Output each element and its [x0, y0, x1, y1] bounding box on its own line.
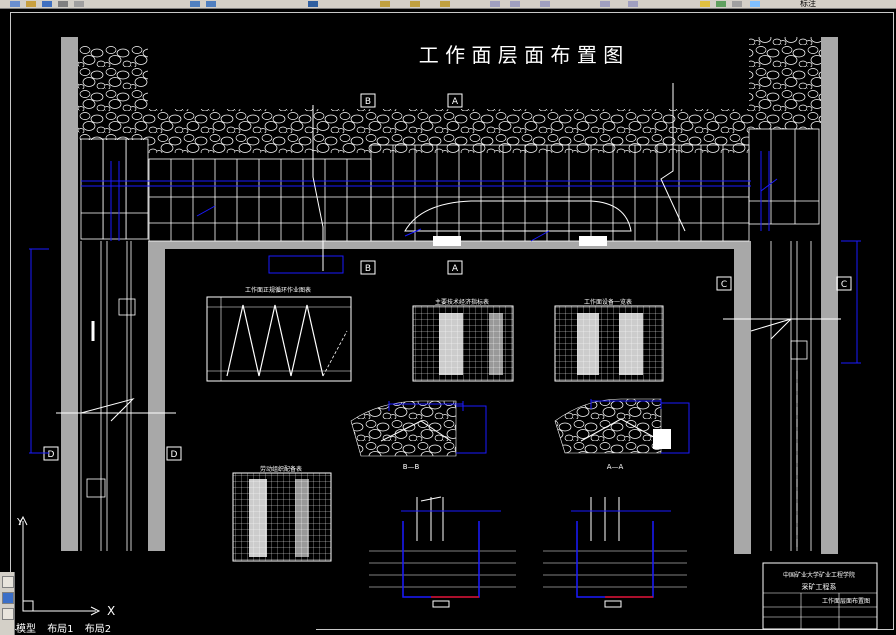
- right-gate-details: [770, 241, 812, 551]
- table-labor-organization: 劳动组织配备表: [232, 465, 332, 562]
- ucs-icon: [18, 515, 101, 616]
- svg-text:工作面设备一览表: 工作面设备一览表: [584, 298, 632, 306]
- right-dimension: [841, 240, 861, 364]
- vertical-dock-toolbar: [0, 572, 15, 635]
- svg-text:B—B: B—B: [403, 463, 420, 471]
- redo-icon[interactable]: [206, 1, 216, 7]
- dock-properties-icon[interactable]: [2, 592, 14, 604]
- left-gate-details: [80, 241, 136, 551]
- shearer-body: [404, 200, 632, 232]
- dock-layer-icon[interactable]: [2, 576, 14, 588]
- svg-text:D: D: [171, 450, 178, 460]
- new-icon[interactable]: [10, 1, 20, 7]
- style-dropdown[interactable]: 标注: [800, 0, 816, 8]
- right-gate-wall-outer: [821, 37, 838, 554]
- section-marker-b-top: B: [360, 93, 376, 108]
- svg-text:采矿工程系: 采矿工程系: [802, 582, 837, 591]
- design-center-icon[interactable]: [510, 1, 520, 7]
- model-viewport[interactable]: 工 作 面 层 面 布 置 图 B A B A C C D D 工作面正规循环作…: [10, 12, 894, 630]
- layer-icon[interactable]: [700, 1, 710, 7]
- ucs-y-label: Y: [16, 517, 24, 528]
- svg-text:D: D: [48, 450, 55, 460]
- svg-text:A: A: [452, 97, 459, 107]
- svg-text:A—A: A—A: [607, 463, 624, 471]
- help-icon[interactable]: [628, 1, 638, 7]
- section-marker-b-bottom: B: [360, 260, 376, 275]
- svg-text:劳动组织配备表: 劳动组织配备表: [260, 465, 302, 473]
- tab-layout1[interactable]: 布局1: [47, 624, 73, 635]
- dock-tool-icon[interactable]: [2, 608, 14, 620]
- zoom-icon[interactable]: [380, 1, 390, 7]
- bottom-wall-inner: [165, 249, 734, 258]
- section-marker-a-bottom: A: [447, 260, 463, 275]
- zoom-previous-icon[interactable]: [440, 1, 450, 7]
- section-marker-c-left: C: [716, 276, 732, 291]
- shearer-drum-left: [433, 236, 461, 246]
- title-block: 中国矿业大学矿业工程学院 采矿工程系 工作面层面布置图: [762, 562, 878, 630]
- svg-text:C: C: [841, 280, 847, 290]
- table-equipment-list: 工作面设备一览表: [554, 298, 664, 382]
- rock-left: [78, 45, 148, 140]
- undo-icon[interactable]: [190, 1, 200, 7]
- section-marker-a-top: A: [447, 93, 463, 108]
- print-icon[interactable]: [58, 1, 68, 7]
- table-cycle-chart: 工作面正规循环作业图表: [206, 286, 352, 382]
- shearer-drum-right: [579, 236, 607, 246]
- pan-icon[interactable]: [308, 1, 318, 7]
- calc-icon[interactable]: [600, 1, 610, 7]
- tab-model[interactable]: 模型: [16, 624, 36, 635]
- svg-text:B: B: [365, 97, 371, 107]
- layer-visible-icon[interactable]: [750, 1, 760, 7]
- tool-palette-icon[interactable]: [540, 1, 550, 7]
- ucs-x-label: X: [107, 604, 115, 618]
- svg-text:中国矿业大学矿业工程学院: 中国矿业大学矿业工程学院: [783, 571, 855, 579]
- roadway-section-left: [369, 496, 516, 608]
- rock-right: [749, 37, 821, 129]
- cad-drawing: 工 作 面 层 面 布 置 图 B A B A C C D D 工作面正规循环作…: [16, 37, 878, 630]
- section-marker-d-right: D: [166, 446, 182, 461]
- properties-icon[interactable]: [490, 1, 500, 7]
- svg-text:工作面正规循环作业图表: 工作面正规循环作业图表: [245, 286, 311, 294]
- table-tech-indicators: 主要技术经济指标表: [412, 298, 514, 382]
- svg-text:工作面层面布置图: 工作面层面布置图: [822, 597, 870, 605]
- drawing-title: 工 作 面 层 面 布 置 图: [419, 43, 624, 67]
- svg-text:B: B: [365, 264, 371, 274]
- svg-text:C: C: [721, 280, 727, 290]
- section-marker-c-right: C: [836, 276, 852, 291]
- left-dimension: [29, 248, 49, 454]
- left-gate-wall-inner: [148, 241, 165, 551]
- preview-icon[interactable]: [74, 1, 84, 7]
- left-gate-wall-outer: [61, 37, 78, 551]
- layer-state-icon[interactable]: [716, 1, 726, 7]
- section-bb-view: B—B: [350, 400, 487, 471]
- save-icon[interactable]: [42, 1, 52, 7]
- layout-tabs: 模型 布局1 布局2: [16, 624, 316, 635]
- toolbar: [0, 0, 896, 9]
- tab-layout2[interactable]: 布局2: [85, 624, 111, 635]
- rock-roof: [148, 109, 749, 153]
- right-gate-wall-inner: [734, 241, 751, 554]
- roadway-section-right: [543, 497, 687, 608]
- open-icon[interactable]: [26, 1, 36, 7]
- svg-text:主要技术经济指标表: 主要技术经济指标表: [435, 298, 489, 306]
- zoom-window-icon[interactable]: [410, 1, 420, 7]
- section-aa-view: A—A: [554, 398, 690, 471]
- layer-prev-icon[interactable]: [732, 1, 742, 7]
- svg-text:A: A: [452, 264, 459, 274]
